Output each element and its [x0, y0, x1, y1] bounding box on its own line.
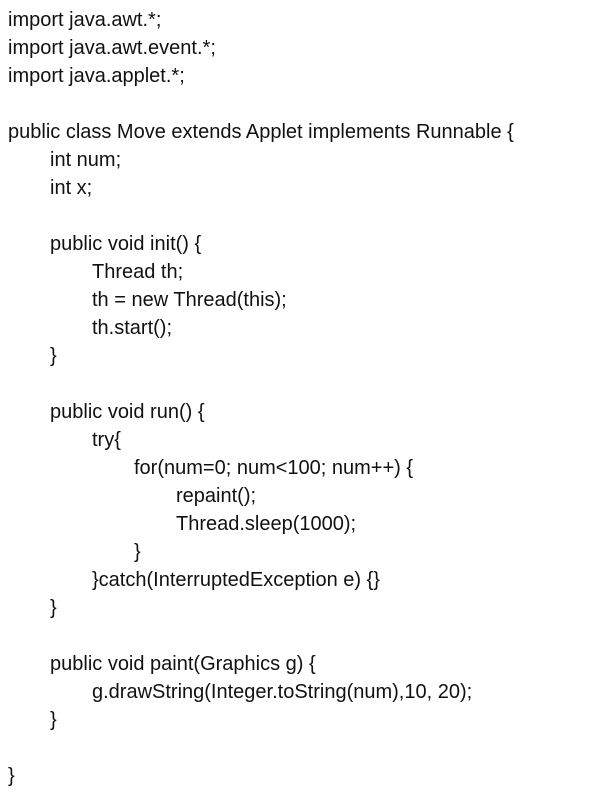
code-line: Thread.sleep(1000); — [176, 513, 357, 535]
code-line: } — [50, 345, 57, 367]
code-line: } — [8, 765, 15, 787]
code-line: repaint(); — [176, 485, 257, 507]
code-line: int x; — [50, 177, 93, 199]
code-line: } — [50, 597, 57, 619]
code-line: th.start(); — [92, 317, 173, 339]
code-listing: import java.awt.*; import java.awt.event.… — [0, 6, 600, 790]
code-line: public void run() { — [50, 401, 205, 423]
code-line: import java.applet.*; — [8, 65, 185, 87]
code-line: for(num=0; num<100; num++) { — [134, 457, 414, 479]
code-line: }catch(InterruptedException e) {} — [92, 569, 380, 591]
code-line: public void paint(Graphics g) { — [50, 653, 316, 675]
code-line: } — [50, 709, 57, 731]
code-line: try{ — [92, 429, 121, 451]
code-line: } — [134, 541, 141, 563]
code-line: Thread th; — [92, 261, 184, 283]
code-line: th = new Thread(this); — [92, 289, 287, 311]
code-line: import java.awt.event.*; — [8, 37, 216, 59]
code-line: import java.awt.*; — [8, 9, 162, 31]
code-line: public void init() { — [50, 233, 202, 255]
code-line: g.drawString(Integer.toString(num),10, 2… — [92, 681, 473, 703]
code-line: public class Move extends Applet impleme… — [8, 121, 514, 143]
code-line: int num; — [50, 149, 122, 171]
